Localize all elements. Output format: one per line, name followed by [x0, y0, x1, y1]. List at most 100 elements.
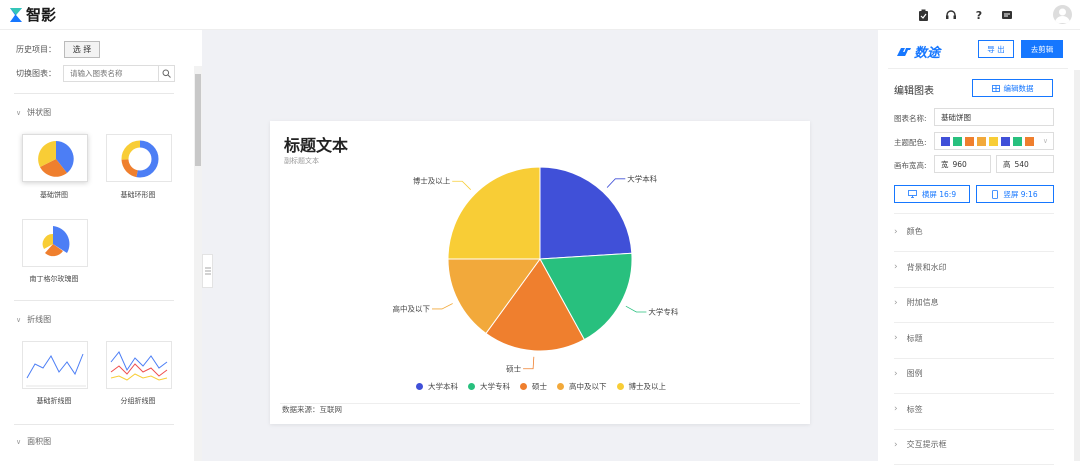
chevron-down-icon: ∨ — [16, 437, 22, 446]
chart-card-basic-pie[interactable] — [22, 134, 88, 182]
canvas-size-label: 画布宽高: — [894, 161, 927, 170]
chart-card[interactable]: 标题文本 副标题文本 大学本科 大学专科 硕士 高中及以下 博士及以上 大学本科 大学专科… — [270, 121, 810, 424]
accordion-6[interactable]: › 交互提示框 — [894, 439, 947, 450]
chart-label-donut: 基础环形图 — [120, 191, 156, 199]
accordion-4[interactable]: › 图例 — [894, 368, 923, 379]
chevron-right-icon: › — [894, 226, 898, 237]
chart-footer: 数据来源：互联网 — [282, 405, 342, 414]
section-line[interactable]: ∨ 折线图 — [16, 314, 51, 325]
theme-swatch — [1001, 136, 1010, 146]
app-name: 智影 — [26, 6, 57, 24]
go-edit-button[interactable]: 去剪辑 — [1021, 40, 1063, 58]
search-icon[interactable] — [158, 66, 174, 81]
section-area[interactable]: ∨ 面积图 — [16, 436, 51, 447]
chart-name-input[interactable]: 基础饼图 — [934, 108, 1054, 126]
legend-item[interactable]: 硕士 — [520, 381, 547, 392]
legend-item[interactable]: 大学专科 — [468, 381, 510, 392]
theme-swatch — [1013, 136, 1022, 146]
rose-thumbnail-icon — [42, 226, 70, 257]
canvas-width-input[interactable]: 宽 960 — [934, 155, 991, 173]
theme-swatch — [977, 136, 986, 146]
chevron-right-icon: › — [894, 262, 898, 272]
legend-label: 大学专科 — [480, 382, 510, 391]
section-pie[interactable]: ∨ 饼状图 — [16, 107, 51, 118]
left-scrollbar[interactable] — [194, 66, 202, 461]
select-history-button[interactable]: 选 择 — [64, 41, 100, 58]
legend-label: 高中及以下 — [569, 382, 607, 391]
portrait-button[interactable]: 竖屏 9:16 — [976, 185, 1054, 203]
canvas-height-input[interactable]: 高 540 — [996, 155, 1054, 173]
headset-icon[interactable] — [944, 8, 958, 22]
accordion-label: 交互提示框 — [906, 440, 947, 449]
accordion-label: 背景和水印 — [906, 262, 947, 272]
accordion-label: 标题 — [906, 333, 923, 343]
legend-item[interactable]: 博士及以上 — [616, 381, 667, 392]
chart-card-rose[interactable] — [22, 219, 88, 267]
switch-row: 切换图表： — [16, 65, 175, 82]
chart-search — [63, 65, 175, 82]
chart-label-rose: 南丁格尔玫瑰图 — [29, 275, 79, 283]
accordion-label: 颜色 — [906, 227, 923, 236]
left-scroll-thumb[interactable] — [195, 74, 201, 166]
shutu-logo-icon — [897, 47, 911, 56]
edit-chart-heading: 编辑图表 — [894, 86, 934, 97]
chevron-right-icon: › — [894, 297, 898, 308]
collapse-panel-handle[interactable] — [202, 254, 213, 288]
accordion-2[interactable]: › 附加信息 — [894, 297, 939, 308]
theme-color-label: 主题配色: — [894, 138, 927, 147]
accordion-5[interactable]: › 标签 — [894, 404, 923, 415]
history-label: 历史项目： — [16, 45, 56, 54]
user-avatar[interactable] — [1053, 5, 1072, 24]
chart-label-group-line: 分组折线图 — [120, 397, 156, 405]
legend-item[interactable]: 高中及以下 — [557, 381, 607, 392]
chart-card-donut[interactable] — [106, 134, 172, 182]
chevron-right-icon: › — [894, 333, 898, 343]
chart-label-basic-line: 基础折线图 — [36, 397, 72, 405]
app-logo[interactable]: 智影 — [9, 6, 56, 24]
help-icon[interactable]: ? — [972, 8, 986, 22]
donut-thumbnail-icon — [121, 140, 159, 178]
chart-card-basic-line[interactable] — [22, 341, 88, 389]
chevron-down-icon: ∨ — [16, 108, 22, 117]
pie-label-4: 博士及以上 — [413, 176, 451, 186]
legend-label: 硕士 — [532, 382, 547, 391]
landscape-button[interactable]: 横屏 16:9 — [894, 185, 970, 203]
history-row: 历史项目： 选 择 — [16, 41, 100, 58]
pie-label-1: 大学专科 — [648, 306, 678, 316]
theme-swatch — [941, 136, 950, 146]
chart-card-group-line[interactable] — [106, 341, 172, 389]
line-thumbnail-icon — [26, 353, 86, 387]
accordion-3[interactable]: › 标题 — [894, 333, 923, 344]
legend-dot — [468, 383, 475, 390]
message-icon[interactable] — [1000, 8, 1014, 22]
right-scrollbar[interactable] — [1074, 70, 1080, 461]
chevron-down-icon: ∨ — [16, 315, 22, 324]
pie-label-line-0 — [606, 178, 626, 188]
chart-search-input[interactable] — [64, 69, 158, 78]
legend-item[interactable]: 大学本科 — [416, 381, 458, 392]
menu-icon — [204, 267, 211, 275]
pie-label-line-4 — [452, 180, 471, 190]
switch-label: 切换图表： — [16, 69, 56, 78]
chart-legend: 大学本科 大学专科 硕士 高中及以下 博士及以上 — [416, 381, 666, 392]
phone-icon — [992, 189, 999, 199]
export-button[interactable]: 导 出 — [978, 40, 1014, 58]
clipboard-icon[interactable] — [916, 8, 930, 22]
legend-dot — [520, 383, 527, 390]
accordion-label: 附加信息 — [906, 298, 939, 307]
pie-slice-4[interactable] — [447, 166, 541, 260]
theme-swatch — [953, 136, 962, 146]
theme-color-select[interactable]: ∨ — [934, 132, 1054, 150]
chevron-right-icon: › — [894, 404, 898, 414]
accordion-label: 图例 — [906, 369, 923, 378]
pie-label-line-2 — [523, 356, 535, 370]
accordion-1[interactable]: › 背景和水印 — [894, 262, 947, 273]
legend-label: 博士及以上 — [628, 382, 667, 391]
chevron-down-icon: ∨ — [1042, 137, 1048, 145]
group-line-thumbnail-icon — [110, 351, 168, 381]
edit-data-button[interactable]: 编辑数据 — [972, 79, 1053, 97]
pie-slice-0[interactable] — [539, 166, 633, 260]
pie-label-line-3 — [431, 303, 453, 310]
chart-name-label: 图表名称: — [894, 114, 927, 123]
accordion-0[interactable]: › 颜色 — [894, 226, 923, 237]
